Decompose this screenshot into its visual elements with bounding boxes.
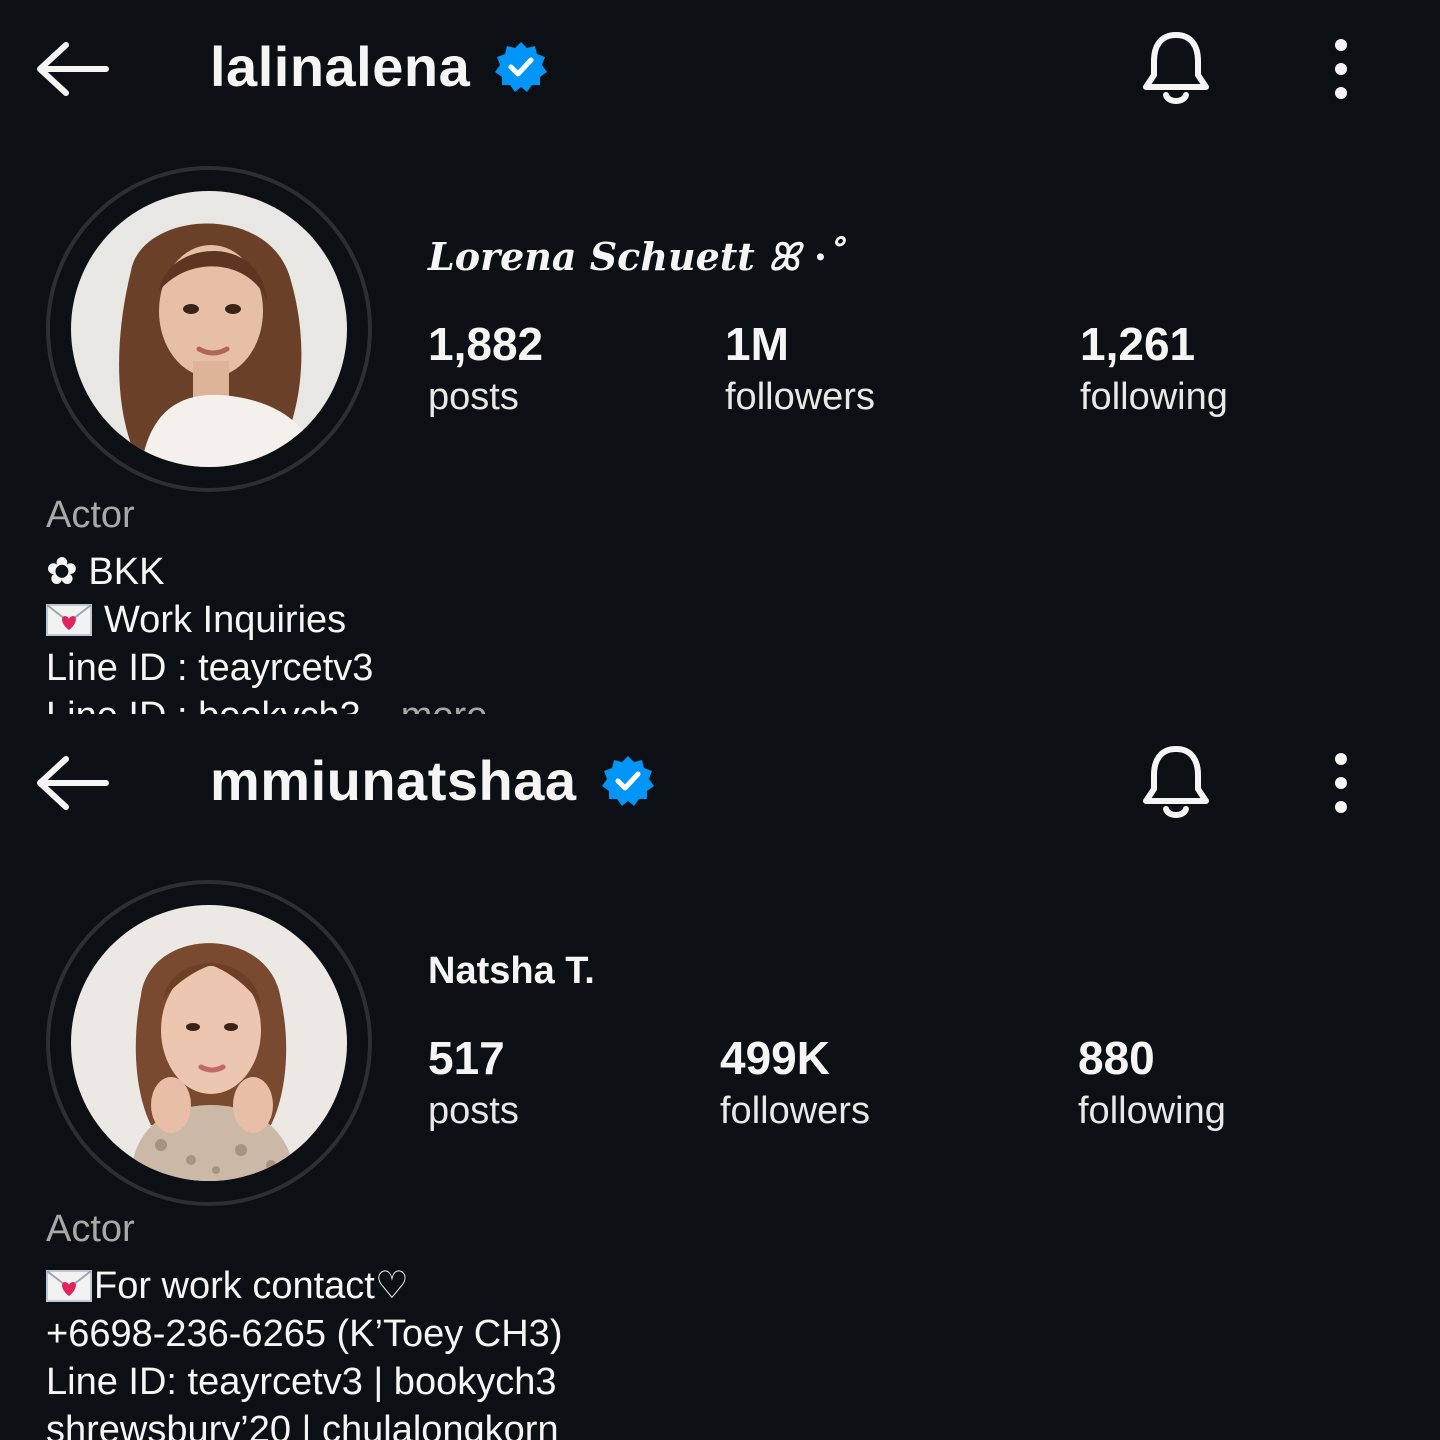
back-button[interactable]	[30, 36, 114, 102]
following-count[interactable]: 880 following	[1078, 1032, 1226, 1138]
following-label: following	[1078, 1090, 1226, 1132]
verified-badge-icon	[495, 41, 548, 92]
posts-value: 517	[428, 1032, 505, 1084]
following-value: 1,261	[1080, 318, 1196, 370]
followers-label: followers	[720, 1090, 870, 1132]
bell-icon	[1143, 32, 1209, 104]
avatar-image	[71, 191, 347, 467]
followers-value: 1M	[725, 318, 789, 370]
more-options-button[interactable]	[1318, 748, 1364, 818]
bio-line-truncated: Line ID : bookych3 more	[46, 692, 487, 714]
more-vertical-icon	[1335, 39, 1347, 99]
notifications-button[interactable]	[1138, 740, 1214, 826]
bio-line-with-icon: For work contact♡	[46, 1262, 562, 1310]
notifications-button[interactable]	[1138, 26, 1214, 112]
profile-bio: ✿ BKK Work Inquiries Line ID : teayrcetv…	[46, 548, 487, 714]
posts-count[interactable]: 517 posts	[428, 1032, 519, 1138]
posts-label: posts	[428, 376, 519, 418]
bio-work-contact: For work contact♡	[94, 1265, 409, 1307]
posts-label: posts	[428, 1090, 519, 1132]
profile-username: lalinalena	[210, 34, 548, 99]
profile-avatar[interactable]	[46, 880, 372, 1206]
profile-bio: For work contact♡ +6698-236-6265 (K’Toey…	[46, 1262, 562, 1440]
profile-category: Actor	[46, 1208, 135, 1250]
more-vertical-icon	[1335, 753, 1347, 813]
username-text: lalinalena	[210, 35, 471, 98]
back-arrow-icon	[37, 42, 109, 96]
love-letter-icon	[46, 604, 92, 636]
bio-line: Line ID : teayrcetv3	[46, 647, 374, 689]
profile-avatar[interactable]	[46, 166, 372, 492]
avatar-image	[71, 905, 347, 1181]
bell-icon	[1143, 746, 1209, 818]
profile-panel-2: mmiunatshaa Natsha T. 517 posts 499K fol…	[0, 714, 1440, 1440]
bio-line: ✿ BKK	[46, 551, 165, 593]
display-name: Natsha T.	[428, 950, 595, 992]
bio-line: +6698-236-6265 (K’Toey CH3)	[46, 1313, 563, 1355]
more-options-button[interactable]	[1318, 34, 1364, 104]
following-count[interactable]: 1,261 following	[1080, 318, 1228, 424]
love-letter-icon	[46, 1270, 92, 1302]
back-arrow-icon	[37, 756, 109, 810]
followers-count[interactable]: 499K followers	[720, 1032, 870, 1138]
username-text: mmiunatshaa	[210, 749, 577, 812]
following-value: 880	[1078, 1032, 1155, 1084]
bio-line-text: Line ID : bookych3	[46, 692, 361, 714]
bio-line: Line ID: teayrcetv3 | bookych3	[46, 1361, 557, 1403]
profile-panel-1: lalinalena Lorena Schuett ꕤ ⋅˚ 1,882 pos…	[0, 0, 1440, 714]
followers-count[interactable]: 1M followers	[725, 318, 875, 424]
followers-value: 499K	[720, 1032, 830, 1084]
bio-line-with-icon: Work Inquiries	[46, 596, 487, 644]
following-label: following	[1080, 376, 1228, 418]
back-button[interactable]	[30, 750, 114, 816]
display-name: Lorena Schuett ꕤ ⋅˚	[428, 234, 848, 279]
bio-work-inquiries: Work Inquiries	[104, 599, 347, 641]
bio-line: shrewsbury’20 | chulalongkorn	[46, 1409, 559, 1440]
profile-username: mmiunatshaa	[210, 748, 655, 813]
profile-category: Actor	[46, 494, 135, 536]
bio-more-link[interactable]: more	[401, 692, 488, 714]
posts-value: 1,882	[428, 318, 544, 370]
followers-label: followers	[725, 376, 875, 418]
posts-count[interactable]: 1,882 posts	[428, 318, 543, 424]
verified-badge-icon	[601, 755, 654, 806]
